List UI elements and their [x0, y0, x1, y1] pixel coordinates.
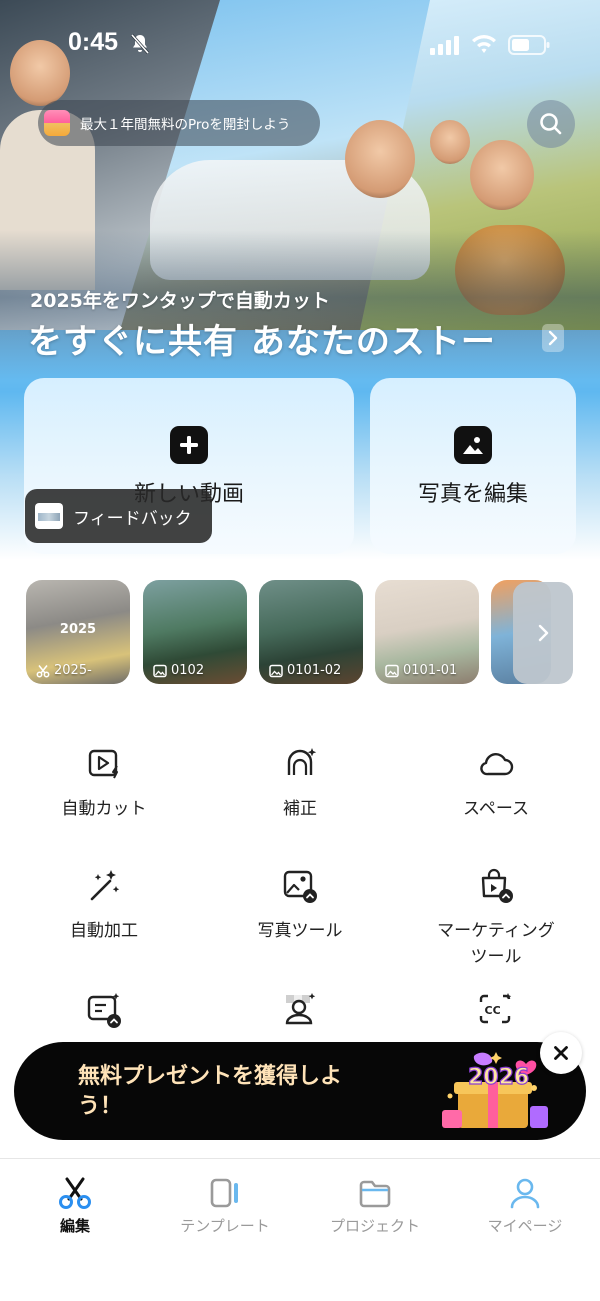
tab-edit[interactable]: 編集	[0, 1175, 150, 1236]
retouch-icon	[287, 748, 317, 775]
close-icon	[554, 1046, 568, 1060]
tool-marketing[interactable]: マーケティング ツール	[396, 866, 596, 970]
feedback-thumbnail	[35, 503, 63, 529]
magic-wand-icon	[90, 870, 120, 901]
tab-label: 編集	[59, 1217, 90, 1235]
portrait-icon	[285, 993, 316, 1025]
image-icon	[153, 664, 167, 677]
search-icon	[540, 113, 562, 135]
gift-promo-banner[interactable]: 無料プレゼントを獲得しよう！ 2026	[14, 1042, 586, 1140]
status-bar: 0:45	[0, 26, 600, 66]
tab-templates[interactable]: テンプレート	[150, 1175, 300, 1236]
auto-cut-icon	[88, 749, 118, 779]
draft-thumbnail[interactable]: 2025 2025-	[26, 580, 130, 684]
draft-thumbnail[interactable]: 0101-01	[375, 580, 479, 684]
bottom-tab-bar: 編集 テンプレート プロジェクト マイページ	[0, 1158, 600, 1301]
tool-auto-caption[interactable]: CC	[396, 990, 596, 1030]
draft-label: 2025-	[36, 663, 92, 678]
draft-name: 0101-02	[287, 663, 342, 678]
gift-promo-text: 無料プレゼントを獲得しよう！	[78, 1064, 343, 1119]
draft-name: 0102	[171, 663, 205, 678]
tab-label: プロジェクト	[329, 1217, 420, 1235]
plus-icon	[170, 426, 208, 464]
folder-icon	[359, 1180, 391, 1208]
tab-my-page[interactable]: マイページ	[450, 1175, 600, 1236]
tab-label: マイページ	[487, 1217, 563, 1235]
pro-promo-pill[interactable]: 最大１年間無料のProを開封しよう	[38, 100, 320, 146]
svg-text:CC: CC	[485, 1004, 501, 1017]
tool-retouch[interactable]: 補正	[200, 744, 400, 822]
cc-icon: CC	[479, 993, 512, 1024]
wifi-icon	[472, 35, 496, 53]
edit-photo-label: 写真を編集	[417, 482, 528, 507]
draft-overlay-text: 2025	[59, 622, 97, 637]
tool-auto-process[interactable]: 自動加工	[4, 866, 204, 944]
hero-subtitle: 2025年をワンタップで自動カット	[30, 290, 330, 312]
tab-projects[interactable]: プロジェクト	[300, 1175, 450, 1236]
image-icon	[269, 664, 283, 677]
pro-promo-text: 最大１年間無料のProを開封しよう	[80, 117, 291, 133]
tool-label: スペース	[463, 799, 529, 819]
tool-label: 自動加工	[70, 921, 138, 941]
scissors-icon	[36, 664, 50, 677]
tool-label: 補正	[283, 799, 317, 819]
scissors-icon	[59, 1177, 91, 1209]
cloud-icon	[480, 753, 514, 776]
gift-box-icon: 2026	[442, 1052, 548, 1128]
edit-photo-card[interactable]: 写真を編集	[370, 378, 576, 554]
tab-label: テンプレート	[180, 1217, 270, 1235]
draft-label: 0102	[153, 663, 204, 678]
photo-tools-icon	[283, 870, 317, 903]
draft-name: 0101-01	[403, 663, 458, 678]
draft-label: 0101-01	[385, 663, 457, 678]
chevron-right-icon	[538, 624, 549, 642]
banner-art-text: 2026	[468, 1065, 529, 1090]
tool-auto-cut[interactable]: 自動カット	[4, 744, 204, 822]
draft-label: 0101-02	[269, 663, 341, 678]
more-drafts-button[interactable]	[513, 582, 573, 684]
draft-name: 2025-	[54, 663, 92, 678]
image-icon	[385, 664, 399, 677]
tool-space[interactable]: スペース	[396, 744, 596, 822]
signal-icon	[430, 36, 459, 55]
template-icon	[210, 1178, 238, 1208]
gift-box-icon	[44, 110, 70, 136]
chevron-right-icon	[548, 330, 558, 346]
image-icon	[454, 426, 492, 464]
status-time: 0:45	[68, 28, 119, 56]
tool-label: 写真ツール	[257, 921, 343, 941]
hero-next-button[interactable]	[542, 324, 564, 352]
tool-caption[interactable]	[4, 990, 204, 1030]
marketing-tools-icon	[481, 868, 513, 903]
battery-icon	[508, 35, 550, 55]
feedback-label: フィードバック	[73, 508, 192, 529]
tool-label: マーケティング ツール	[437, 921, 555, 967]
hero-person-face	[430, 120, 470, 164]
draft-thumbnail[interactable]: 0102	[143, 580, 247, 684]
profile-icon	[510, 1178, 540, 1209]
caption-edit-icon	[87, 993, 121, 1028]
banner-close-button[interactable]	[540, 1032, 582, 1074]
search-button[interactable]	[527, 100, 575, 148]
hero-person-face	[345, 120, 415, 198]
hero-title[interactable]: をすぐに共有 あなたのストー	[28, 314, 496, 363]
bell-muted-icon	[130, 34, 150, 54]
feedback-button[interactable]: フィードバック	[25, 489, 212, 543]
draft-thumbnail[interactable]: 0101-02	[259, 580, 363, 684]
tool-photo-tools[interactable]: 写真ツール	[200, 866, 400, 944]
tool-portrait[interactable]	[200, 990, 400, 1030]
hero-person-face	[470, 140, 534, 210]
tool-label: 自動カット	[61, 799, 147, 819]
